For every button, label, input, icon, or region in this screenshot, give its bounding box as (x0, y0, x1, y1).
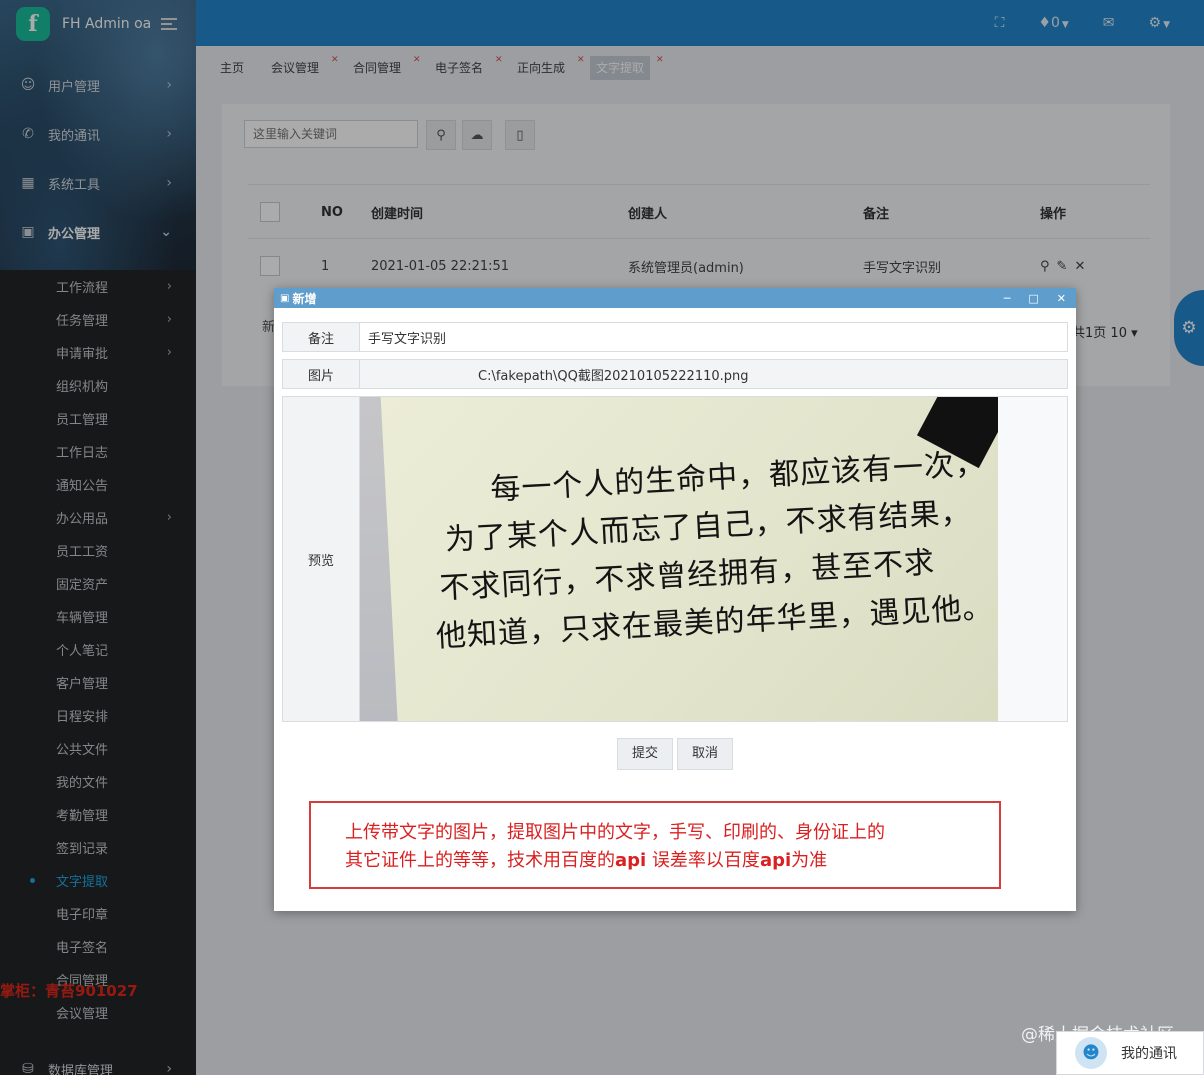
preview-label: 预览 (282, 396, 360, 722)
annotation-box: 上传带文字的图片，提取图片中的文字，手写、印刷的、身份证上的 其它证件上的等等，… (309, 801, 1001, 889)
annotation-api: api (759, 850, 792, 871)
close-icon[interactable]: ✕ (1057, 292, 1066, 305)
avatar: ☻ (1075, 1037, 1107, 1069)
preview-image: 每一个人的生命中，都应该有一次， 为了某个人而忘了自己，不求有结果， 不求同行，… (360, 397, 998, 721)
cancel-button[interactable]: 取消 (677, 738, 734, 770)
dialog-title-bar: ▣ 新增 ─ □ ✕ (274, 288, 1076, 308)
dialog-title: 新增 (292, 291, 317, 306)
chat-widget[interactable]: ☻ 我的通讯 (1056, 1031, 1204, 1075)
maximize-icon[interactable]: □ (1028, 292, 1038, 305)
annotation-text: 为准 (791, 850, 828, 871)
image-row: 图片 C:\fakepath\QQ截图20210105222110.png (282, 359, 1068, 389)
chat-label: 我的通讯 (1121, 1046, 1177, 1062)
preview-row: 预览 每一个人的生命中，都应该有一次， 为了某个人而忘了自己，不求有结果， 不求… (282, 396, 1068, 722)
annotation-text: 其它证件上的等等，技术用百度的 (345, 850, 615, 871)
annotation-line-2: 其它证件上的等等，技术用百度的api 误差率以百度api为准 (345, 847, 999, 875)
annotation-text: 误差率以百度 (646, 850, 760, 871)
remark-label: 备注 (282, 322, 360, 352)
annotation-api: api (615, 850, 647, 871)
handwriting-text: 每一个人的生命中，都应该有一次， 为了某个人而忘了自己，不求有结果， 不求同行，… (427, 441, 994, 662)
add-dialog: ▣ 新增 ─ □ ✕ 备注 手写文字识别 图片 C:\fakepath\QQ截图… (274, 288, 1076, 911)
image-file-input[interactable]: C:\fakepath\QQ截图20210105222110.png (360, 359, 1068, 389)
image-label: 图片 (282, 359, 360, 389)
window-icon: ▣ (280, 292, 290, 304)
remark-input[interactable]: 手写文字识别 (360, 322, 1068, 352)
minimize-icon[interactable]: ─ (1004, 292, 1011, 305)
submit-button[interactable]: 提交 (617, 738, 674, 770)
preview-cell: 每一个人的生命中，都应该有一次， 为了某个人而忘了自己，不求有结果， 不求同行，… (360, 396, 1068, 722)
annotation-line-1: 上传带文字的图片，提取图片中的文字，手写、印刷的、身份证上的 (345, 822, 885, 843)
remark-row: 备注 手写文字识别 (282, 322, 1068, 352)
